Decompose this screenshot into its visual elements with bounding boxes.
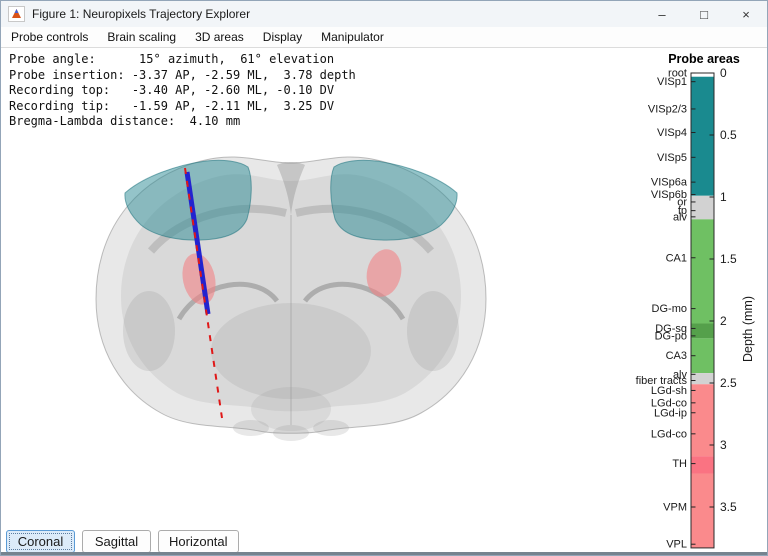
probe-info-line: Bregma-Lambda distance: 4.10 mm (9, 114, 356, 130)
area-label: CA3 (666, 350, 687, 362)
menu-bar: Probe controls Brain scaling 3D areas Displ… (1, 27, 767, 48)
menu-item-3d-areas[interactable]: 3D areas (193, 28, 246, 46)
figure-window: Figure 1: Neuropixels Trajectory Explore… (0, 0, 768, 556)
area-label: VISp1 (657, 76, 687, 88)
close-button[interactable]: × (725, 1, 767, 27)
area-label: VISp4 (657, 127, 687, 139)
view-tab-horizontal[interactable]: Horizontal (158, 530, 239, 553)
probe-info-line: Probe angle: 15° azimuth, 61° elevation (9, 52, 356, 68)
menu-item-display[interactable]: Display (261, 28, 304, 46)
probe-info-line: Recording top: -3.40 AP, -2.60 ML, -0.10… (9, 83, 356, 99)
title-bar: Figure 1: Neuropixels Trajectory Explore… (1, 1, 767, 27)
depth-tick-label: 1 (720, 190, 727, 204)
window-bottom-edge (1, 552, 767, 555)
depth-tick-label: 3.5 (720, 500, 737, 514)
ventral-bump (233, 420, 269, 436)
view-tab-sagittal[interactable]: Sagittal (82, 530, 151, 553)
menu-item-probe-controls[interactable]: Probe controls (9, 28, 90, 46)
depth-tick-label: 0.5 (720, 128, 737, 142)
area-label: VISp6a (651, 177, 688, 189)
thalamus-region (211, 303, 371, 399)
view-tab-coronal[interactable]: Coronal (6, 530, 75, 553)
lateral-region-right (407, 291, 459, 371)
area-label: TH (672, 458, 687, 470)
probe-info-block: Probe angle: 15° azimuth, 61° elevationP… (9, 52, 356, 130)
colorbar-segment (691, 73, 714, 77)
colorbar-segment (691, 196, 714, 220)
area-label: VPM (663, 502, 687, 514)
colorbar-segment (691, 77, 714, 196)
area-label: DG-po (655, 330, 687, 342)
menu-item-brain-scaling[interactable]: Brain scaling (105, 28, 178, 46)
window-title: Figure 1: Neuropixels Trajectory Explore… (32, 7, 250, 21)
area-label: alv (673, 211, 688, 223)
minimize-button[interactable]: – (641, 1, 683, 27)
menu-item-manipulator[interactable]: Manipulator (319, 28, 386, 46)
area-label: VISp2/3 (648, 103, 687, 115)
colorbar-segment (691, 456, 714, 473)
matlab-figure-icon (8, 6, 25, 22)
area-label: VPL (666, 539, 687, 551)
area-label: LGd-ip (654, 407, 687, 419)
brain-render[interactable] (61, 141, 521, 441)
area-label: VISp5 (657, 152, 687, 164)
depth-axis-label: Depth (mm) (741, 244, 755, 362)
depth-tick-label: 2 (720, 314, 727, 328)
view-tab-group: Coronal Sagittal Horizontal (6, 530, 239, 553)
probe-info-line: Recording tip: -1.59 AP, -2.11 ML, 3.25 … (9, 99, 356, 115)
ventral-bump (313, 420, 349, 436)
area-label: DG-mo (652, 303, 687, 315)
colorbar-segment (691, 474, 714, 548)
depth-tick-label: 0 (720, 66, 727, 80)
lateral-region-left (123, 291, 175, 371)
depth-tick-label: 1.5 (720, 252, 737, 266)
area-label: LGd-sh (651, 385, 687, 397)
depth-tick-label: 3 (720, 438, 727, 452)
area-label: LGd-co (651, 428, 687, 440)
area-label: CA1 (666, 252, 687, 264)
maximize-button[interactable]: □ (683, 1, 725, 27)
depth-tick-label: 2.5 (720, 376, 737, 390)
window-controls: –□× (641, 1, 767, 27)
ventral-bump (273, 425, 309, 441)
colorbar-segment (691, 219, 714, 323)
probe-info-line: Probe insertion: -3.37 AP, -2.59 ML, 3.7… (9, 68, 356, 84)
